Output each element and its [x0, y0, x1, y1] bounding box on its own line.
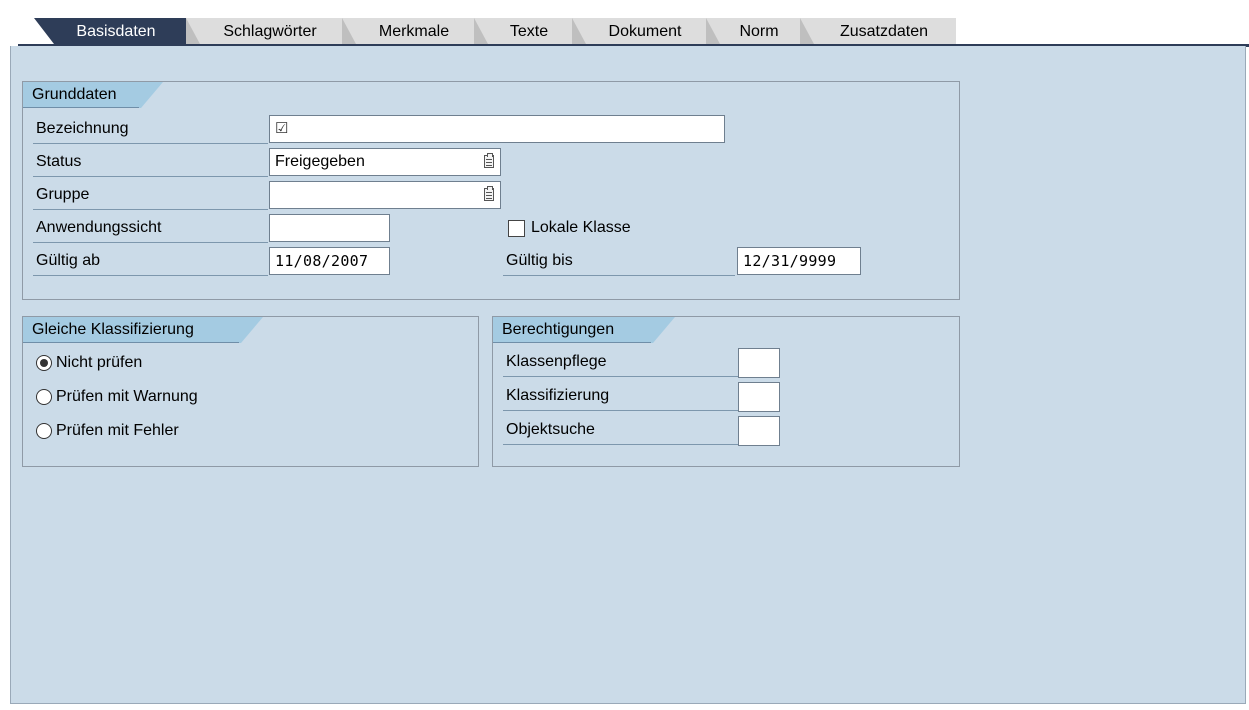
klassenpflege-label: Klassenpflege	[503, 347, 738, 377]
group-gleiche-klassifizierung: Gleiche Klassifizierung Nicht prüfen Prü…	[22, 316, 479, 467]
gruppe-label: Gruppe	[33, 180, 268, 210]
objektsuche-field[interactable]	[738, 416, 780, 446]
group-title-underline	[23, 342, 239, 343]
tab-content-area: Grunddaten Bezeichnung ☑ Status Freigege…	[10, 46, 1246, 704]
gueltig-bis-label: Gültig bis	[503, 246, 735, 276]
group-berechtigungen: Berechtigungen Klassenpflege Klassifizie…	[492, 316, 960, 467]
group-title-underline	[23, 107, 139, 108]
tab-schlagwoerter[interactable]: Schlagwörter	[186, 18, 342, 44]
value-help-icon[interactable]	[484, 186, 494, 201]
gueltig-ab-field[interactable]: 11/08/2007	[269, 247, 390, 275]
gueltig-ab-label: Gültig ab	[33, 246, 268, 276]
tab-strip: Basisdaten Schlagwörter Merkmale Texte D…	[0, 0, 1249, 47]
tab-label: Basisdaten	[76, 23, 156, 40]
tab-texte[interactable]: Texte	[474, 18, 572, 44]
lokale-klasse-label: Lokale Klasse	[531, 219, 631, 236]
klassifizierung-field[interactable]	[738, 382, 780, 412]
checkbox-required-icon: ☑	[275, 120, 289, 137]
gueltig-ab-value: 11/08/2007	[275, 252, 369, 270]
bezeichnung-field[interactable]: ☑	[269, 115, 725, 143]
tab-zusatzdaten[interactable]: Zusatzdaten	[800, 18, 956, 44]
anwendungssicht-label: Anwendungssicht	[33, 213, 268, 243]
objektsuche-label: Objektsuche	[503, 415, 738, 445]
klassenpflege-field[interactable]	[738, 348, 780, 378]
radio-label: Prüfen mit Warnung	[56, 388, 198, 405]
group-title-underline	[493, 342, 651, 343]
bezeichnung-label: Bezeichnung	[33, 114, 268, 144]
gueltig-bis-value: 12/31/9999	[743, 252, 837, 270]
radio-label: Prüfen mit Fehler	[56, 422, 179, 439]
radio-label: Nicht prüfen	[56, 354, 143, 371]
tab-label: Norm	[739, 23, 779, 40]
tab-merkmale[interactable]: Merkmale	[342, 18, 474, 44]
group-title: Berechtigungen	[493, 317, 675, 343]
status-value: Freigegeben	[275, 153, 365, 170]
gueltig-bis-field[interactable]: 12/31/9999	[737, 247, 861, 275]
tab-label: Merkmale	[378, 23, 450, 40]
status-label: Status	[33, 147, 268, 177]
anwendungssicht-field[interactable]	[269, 214, 390, 242]
tab-label: Zusatzdaten	[839, 23, 929, 40]
tab-label: Dokument	[608, 23, 682, 40]
tab-label: Schlagwörter	[223, 23, 317, 40]
radio-pruefen-mit-warnung[interactable]	[36, 389, 52, 405]
group-grunddaten: Grunddaten Bezeichnung ☑ Status Freigege…	[22, 81, 960, 300]
lokale-klasse-checkbox[interactable]	[508, 220, 525, 237]
tab-norm[interactable]: Norm	[706, 18, 800, 44]
group-title: Gleiche Klassifizierung	[23, 317, 263, 343]
tab-basisdaten[interactable]: Basisdaten	[34, 18, 186, 44]
status-field[interactable]: Freigegeben	[269, 148, 501, 176]
tab-label: Texte	[509, 23, 549, 40]
group-title: Grunddaten	[23, 82, 163, 108]
tab-dokument[interactable]: Dokument	[572, 18, 706, 44]
klassifizierung-label: Klassifizierung	[503, 381, 738, 411]
gruppe-field[interactable]	[269, 181, 501, 209]
value-help-icon[interactable]	[484, 153, 494, 168]
radio-nicht-pruefen[interactable]	[36, 355, 52, 371]
radio-pruefen-mit-fehler[interactable]	[36, 423, 52, 439]
